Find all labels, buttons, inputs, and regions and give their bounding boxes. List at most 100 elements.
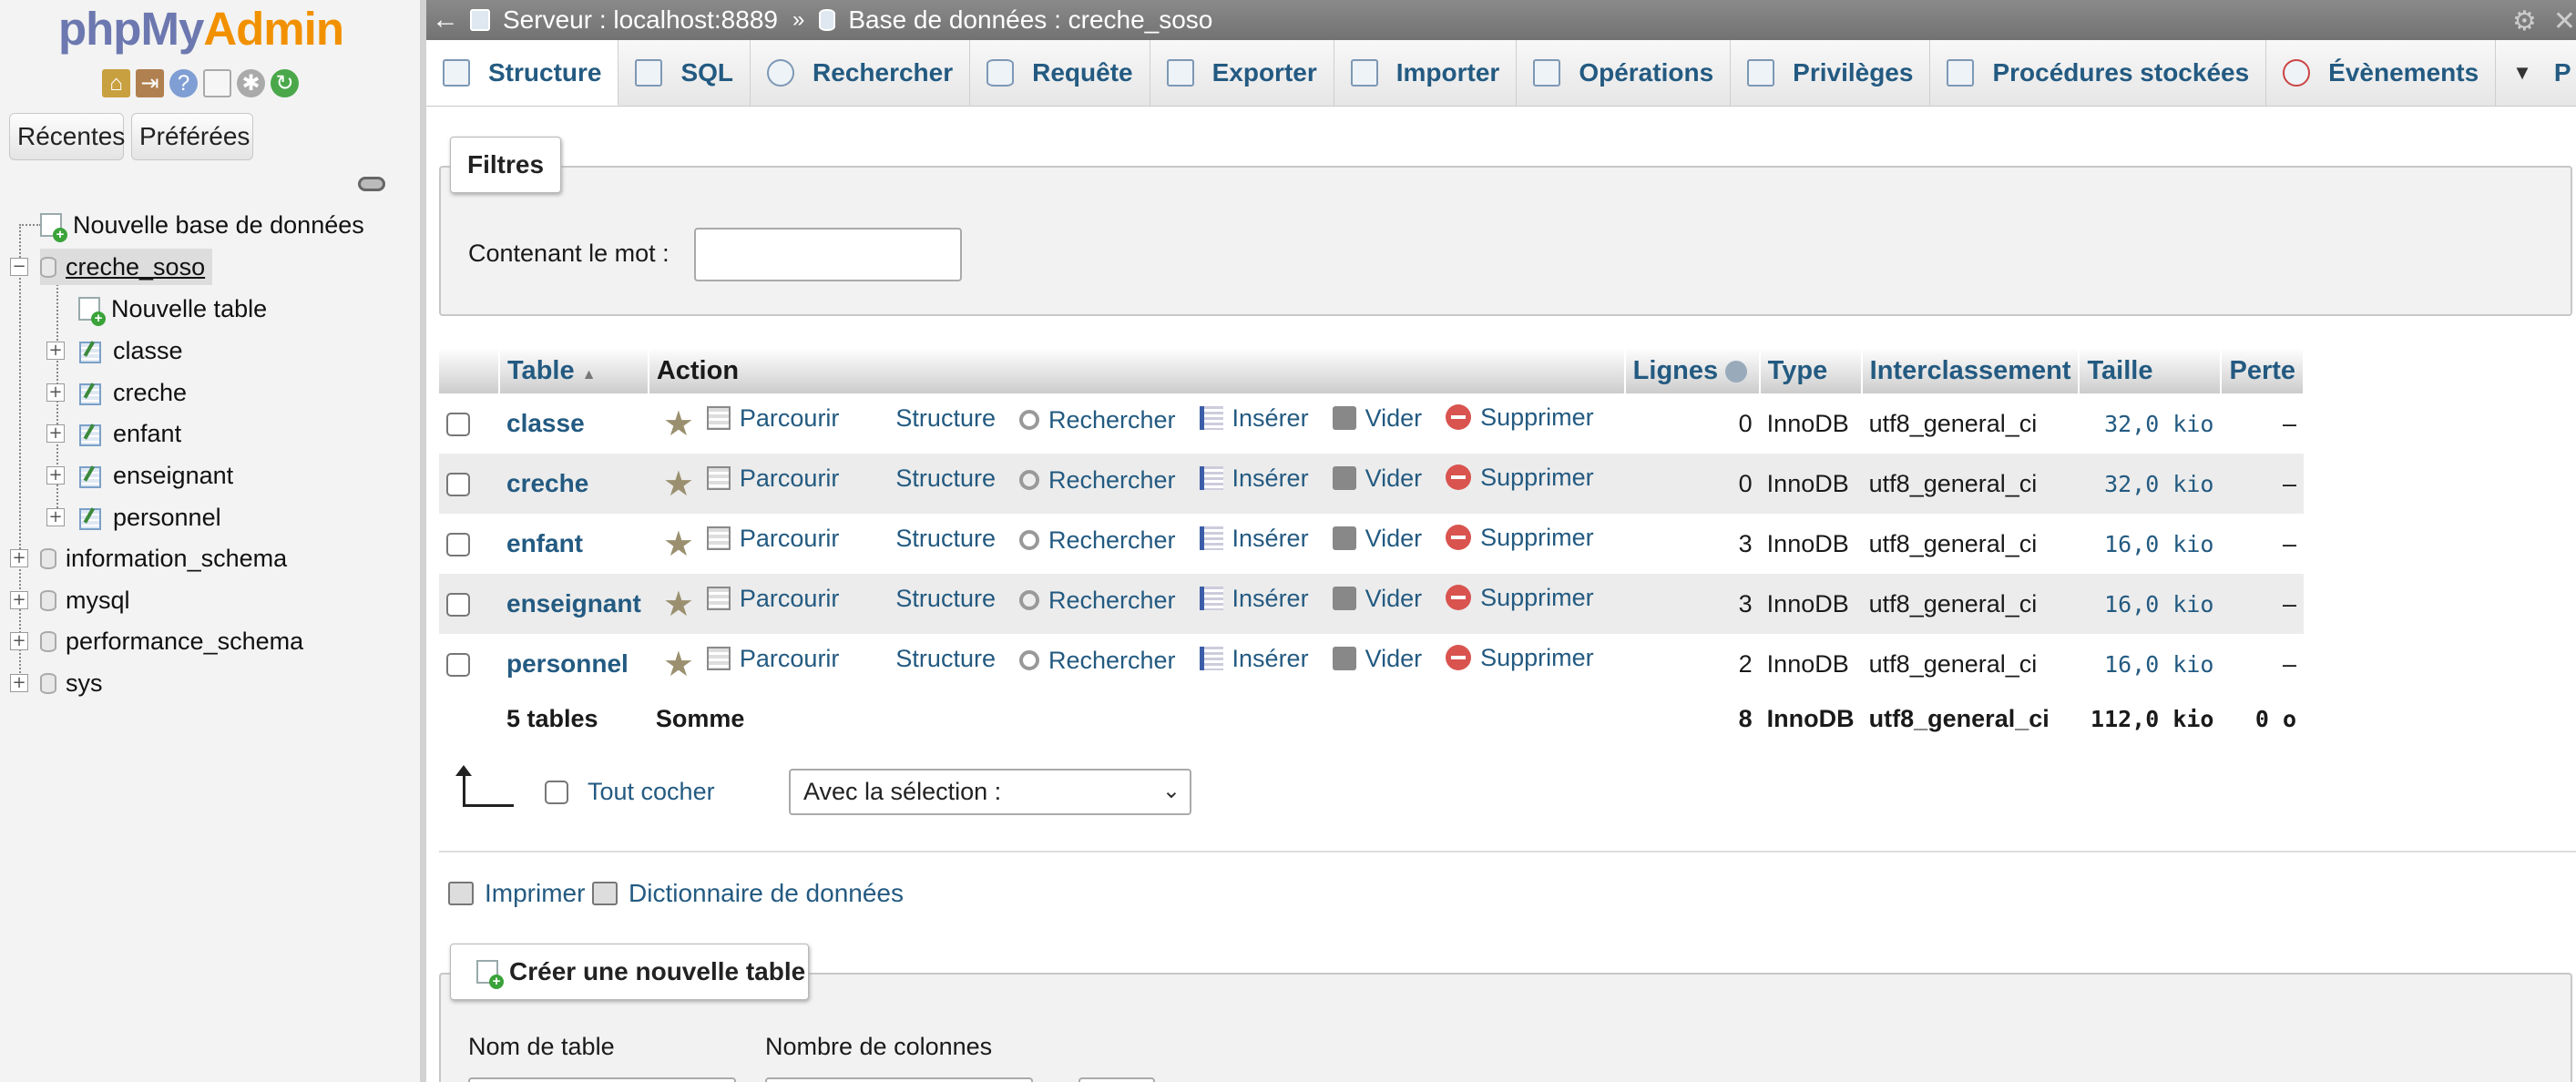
- header-collation[interactable]: Interclassement: [1861, 348, 2080, 393]
- tree-table-enseignant[interactable]: enseignant: [78, 457, 233, 494]
- tab-export[interactable]: Exporter: [1150, 40, 1334, 106]
- structure-action[interactable]: Structure: [863, 645, 996, 673]
- print-link[interactable]: Imprimer: [448, 879, 585, 908]
- row-checkbox[interactable]: [446, 413, 470, 437]
- home-icon[interactable]: ⌂: [102, 69, 130, 97]
- row-checkbox[interactable]: [446, 533, 470, 557]
- header-rows[interactable]: Lignes: [1624, 348, 1761, 393]
- browse-action[interactable]: Parcourir: [706, 525, 839, 553]
- empty-action[interactable]: Vider: [1332, 525, 1422, 553]
- row-size[interactable]: 16,0 kio: [2104, 591, 2213, 618]
- empty-action[interactable]: Vider: [1332, 404, 1422, 433]
- favorite-star-icon[interactable]: ★: [663, 464, 694, 504]
- search-action[interactable]: Rechercher: [1018, 406, 1176, 434]
- tree-db-mysql[interactable]: mysql: [40, 582, 130, 618]
- header-type[interactable]: Type: [1759, 348, 1863, 393]
- tree-new-table[interactable]: Nouvelle table: [78, 291, 267, 327]
- expand-icon[interactable]: +: [46, 466, 65, 485]
- expand-icon[interactable]: +: [46, 424, 65, 443]
- insert-action[interactable]: Insérer: [1199, 464, 1309, 493]
- expand-icon[interactable]: +: [10, 591, 28, 609]
- browse-action[interactable]: Parcourir: [706, 404, 839, 433]
- row-size[interactable]: 16,0 kio: [2104, 651, 2213, 678]
- drop-action[interactable]: Supprimer: [1446, 464, 1594, 492]
- structure-action[interactable]: Structure: [863, 404, 996, 433]
- structure-action[interactable]: Structure: [863, 464, 996, 493]
- search-action[interactable]: Rechercher: [1018, 526, 1176, 555]
- table-name-link[interactable]: enseignant: [506, 589, 641, 618]
- expand-icon[interactable]: +: [10, 674, 28, 692]
- insert-action[interactable]: Insérer: [1199, 404, 1309, 433]
- tab-more[interactable]: ▼ P: [2496, 40, 2576, 106]
- expand-icon[interactable]: +: [10, 549, 28, 567]
- table-name-input[interactable]: [468, 1077, 736, 1082]
- tree-table-enfant[interactable]: enfant: [78, 415, 181, 452]
- search-action[interactable]: Rechercher: [1018, 466, 1176, 495]
- drop-action[interactable]: Supprimer: [1446, 403, 1594, 432]
- insert-action[interactable]: Insérer: [1199, 585, 1309, 613]
- tab-import[interactable]: Importer: [1334, 40, 1518, 106]
- tab-structure[interactable]: Structure: [426, 40, 619, 106]
- row-checkbox[interactable]: [446, 473, 470, 497]
- favorite-star-icon[interactable]: ★: [663, 644, 694, 684]
- header-table[interactable]: Table ▲: [499, 348, 649, 393]
- recent-tables-button[interactable]: Récentes: [9, 113, 125, 160]
- help-icon[interactable]: ?: [169, 69, 198, 97]
- expand-icon[interactable]: +: [46, 342, 65, 360]
- row-checkbox[interactable]: [446, 593, 470, 618]
- tree-db-performance-schema[interactable]: performance_schema: [40, 623, 303, 659]
- logout-icon[interactable]: ⇥: [136, 69, 164, 97]
- empty-action[interactable]: Vider: [1332, 585, 1422, 613]
- table-name-link[interactable]: classe: [506, 409, 585, 437]
- expand-icon[interactable]: +: [10, 632, 28, 650]
- reload-icon[interactable]: ↻: [271, 69, 299, 97]
- tree-table-creche[interactable]: creche: [78, 374, 187, 411]
- expand-icon[interactable]: +: [46, 383, 65, 402]
- table-name-link[interactable]: creche: [506, 469, 588, 497]
- tab-events[interactable]: Évènements: [2266, 40, 2497, 106]
- tree-db-sys[interactable]: sys: [40, 665, 103, 701]
- tab-routines[interactable]: Procédures stockées: [1930, 40, 2267, 106]
- gear-icon[interactable]: ✱: [237, 69, 265, 97]
- insert-action[interactable]: Insérer: [1199, 645, 1309, 673]
- tab-query[interactable]: Requête: [970, 40, 1150, 106]
- collapse-icon[interactable]: −: [10, 258, 28, 276]
- help-icon[interactable]: [1725, 360, 1748, 383]
- collapse-nav-icon[interactable]: ←: [432, 5, 459, 36]
- browse-action[interactable]: Parcourir: [706, 464, 839, 493]
- breadcrumb-server[interactable]: Serveur : localhost:8889: [503, 5, 778, 35]
- settings-icon[interactable]: ⚙: [2512, 5, 2537, 37]
- close-icon[interactable]: ✕: [2553, 5, 2576, 37]
- empty-action[interactable]: Vider: [1332, 464, 1422, 493]
- drop-action[interactable]: Supprimer: [1446, 644, 1594, 672]
- drop-action[interactable]: Supprimer: [1446, 584, 1594, 612]
- empty-action[interactable]: Vider: [1332, 645, 1422, 673]
- search-action[interactable]: Rechercher: [1018, 587, 1176, 615]
- table-name-link[interactable]: personnel: [506, 649, 629, 678]
- columns-count-input[interactable]: [765, 1077, 1033, 1082]
- search-action[interactable]: Rechercher: [1018, 647, 1176, 675]
- tab-sql[interactable]: SQL: [618, 40, 751, 106]
- browse-action[interactable]: Parcourir: [706, 645, 839, 673]
- row-size[interactable]: 32,0 kio: [2104, 471, 2213, 497]
- check-all-checkbox[interactable]: [545, 781, 568, 804]
- tree-table-personnel[interactable]: personnel: [78, 499, 221, 536]
- row-checkbox[interactable]: [446, 653, 470, 678]
- link-icon[interactable]: [358, 177, 385, 191]
- row-size[interactable]: 16,0 kio: [2104, 531, 2213, 557]
- tab-search[interactable]: Rechercher: [751, 40, 971, 106]
- tree-db-creche-soso[interactable]: creche_soso: [40, 249, 213, 285]
- data-dictionary-link[interactable]: Dictionnaire de données: [592, 879, 904, 908]
- table-name-link[interactable]: enfant: [506, 529, 583, 557]
- favorite-star-icon[interactable]: ★: [663, 524, 694, 564]
- favorite-star-icon[interactable]: ★: [663, 584, 694, 624]
- check-all-label[interactable]: Tout cocher: [588, 778, 715, 806]
- insert-action[interactable]: Insérer: [1199, 525, 1309, 553]
- phpmyadmin-logo[interactable]: phpMyAdmin: [58, 2, 344, 56]
- browse-action[interactable]: Parcourir: [706, 585, 839, 613]
- favorite-tables-button[interactable]: Préférées: [131, 113, 253, 160]
- tree-table-classe[interactable]: classe: [78, 332, 183, 369]
- structure-action[interactable]: Structure: [863, 525, 996, 553]
- tab-privileges[interactable]: Privilèges: [1731, 40, 1931, 106]
- row-size[interactable]: 32,0 kio: [2104, 411, 2213, 437]
